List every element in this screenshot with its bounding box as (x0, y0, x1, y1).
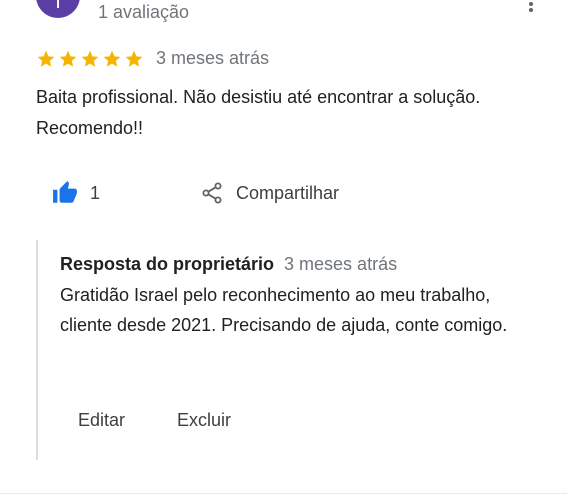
reviewer-review-count: 1 avaliação (98, 2, 190, 22)
review-text: Baita profissional. Não desistiu até enc… (36, 87, 481, 138)
avatar[interactable]: I (36, 0, 80, 18)
review-date: 3 meses atrás (156, 48, 270, 68)
star-icon (103, 50, 121, 67)
review-actions: 1 Compartilhar (52, 176, 339, 210)
edit-reply-button[interactable]: Editar (78, 410, 125, 431)
owner-reply: Resposta do proprietário 3 meses atrás G… (36, 240, 536, 460)
share-label: Compartilhar (236, 182, 340, 203)
reply-header: Resposta do proprietário 3 meses atrás (60, 254, 397, 275)
share-button[interactable]: Compartilhar (200, 181, 339, 205)
star-icon (81, 50, 99, 67)
reply-text: Gratidão Israel pelo reconhecimento ao m… (60, 285, 508, 335)
like-button[interactable]: 1 (52, 180, 100, 206)
reply-actions: Editar Excluir (78, 410, 231, 431)
rating-row: 3 meses atrás (36, 48, 269, 69)
like-count: 1 (90, 182, 101, 203)
thumbs-up-icon (53, 181, 77, 203)
star-icon (125, 50, 143, 67)
reply-title: Resposta do proprietário (60, 254, 275, 274)
divider (0, 493, 567, 494)
reply-date: 3 meses atrás (284, 254, 398, 274)
delete-reply-button[interactable]: Excluir (177, 410, 231, 431)
star-rating (36, 49, 144, 69)
avatar-letter: I (55, 0, 61, 13)
share-icon (202, 182, 222, 204)
more-vert-icon[interactable] (527, 0, 535, 12)
star-icon (37, 50, 55, 67)
review-card: I 1 avaliação 3 meses atrás Baita profis… (0, 0, 567, 500)
star-icon (59, 50, 77, 67)
